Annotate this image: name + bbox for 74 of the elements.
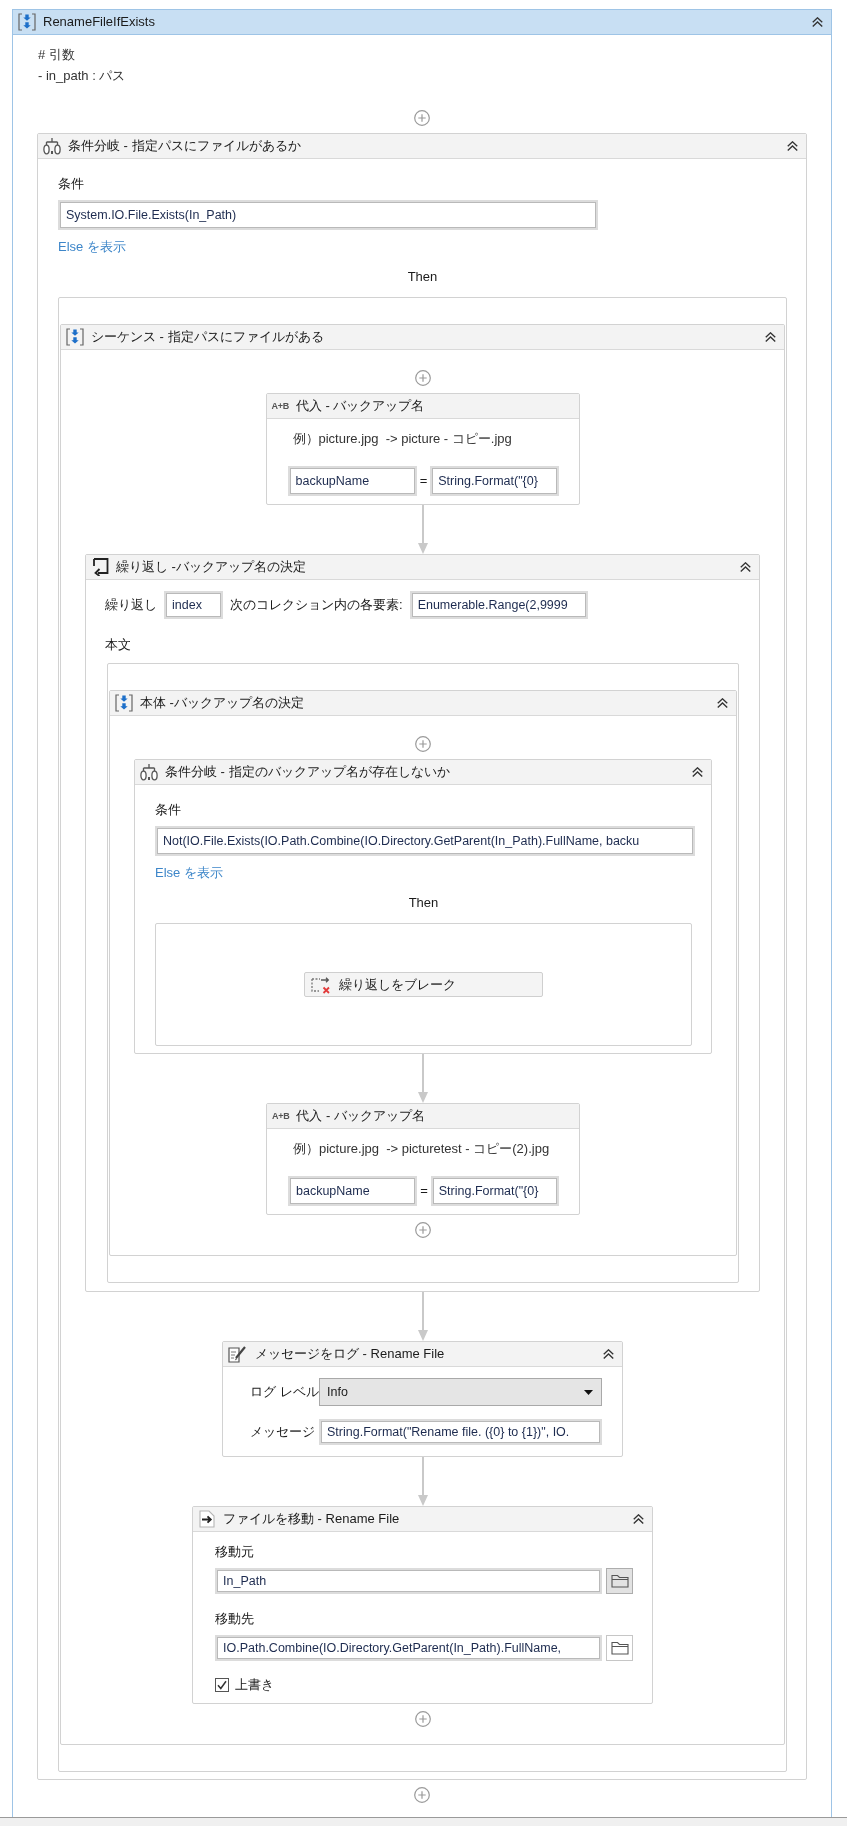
plus-circle-icon[interactable] [414, 1711, 431, 1727]
browse-button[interactable] [606, 1635, 633, 1661]
overwrite-checkbox[interactable] [215, 1678, 229, 1692]
collection-label: 次のコレクション内の各要素: [230, 596, 403, 614]
condition-label: 条件 [155, 801, 181, 819]
collapse-icon[interactable] [692, 767, 703, 777]
collapse-icon[interactable] [740, 562, 751, 572]
sequence-icon [18, 13, 36, 31]
path-field[interactable]: IO.Path.Combine(IO.Directory.GetParent(In_Path).FullName, [215, 1635, 603, 1661]
item-field[interactable]: index [164, 591, 223, 619]
folder-icon [610, 1641, 629, 1655]
activity-title: 条件分岐 - 指定パスにファイルがあるか [68, 138, 302, 154]
break-loop-icon [311, 975, 331, 994]
equals-sign: = [420, 1183, 428, 1199]
equals-sign: = [419, 473, 428, 489]
log-level-label: ログ レベル [250, 1383, 319, 1401]
body-label: 本文 [105, 636, 131, 654]
activity-title: 条件分岐 - 指定のバックアップ名が存在しないか [165, 764, 451, 780]
plus-circle-icon[interactable] [414, 370, 431, 386]
collapse-icon[interactable] [765, 332, 776, 342]
collapse-icon[interactable] [717, 698, 728, 708]
assign-icon: A+B [272, 1110, 290, 1122]
notepad-pencil-icon [228, 1345, 248, 1363]
collapse-icon[interactable] [787, 141, 798, 151]
path-field[interactable]: In_Path [215, 1568, 603, 1594]
activity-title: ファイルを移動 - Rename File [223, 1511, 401, 1527]
branch-icon [140, 763, 158, 781]
condition-field[interactable]: System.IO.File.Exists(In_Path) [58, 200, 598, 230]
activity-title: 代入 - バックアップ名 [295, 398, 426, 414]
plus-circle-icon[interactable] [414, 1787, 430, 1803]
plus-circle-icon[interactable] [415, 1222, 431, 1238]
then-label: Then [408, 894, 439, 912]
activity-title: RenameFileIfExists [43, 14, 156, 30]
annotation-line: # 引数 [38, 46, 76, 64]
then-label: Then [407, 268, 438, 286]
loop-icon [91, 558, 109, 576]
activity-title: 繰り返し -バックアップ名の決定 [116, 559, 307, 575]
collapse-icon[interactable] [603, 1349, 614, 1359]
loop-label: 繰り返し [105, 596, 157, 614]
field-label: 移動元 [215, 1543, 254, 1561]
plus-circle-icon[interactable] [414, 110, 430, 126]
assign-icon: A+B [271, 400, 289, 412]
browse-button[interactable] [606, 1568, 633, 1594]
variable-field[interactable]: backupName [288, 1176, 418, 1206]
plus-circle-icon[interactable] [415, 736, 431, 752]
sequence-icon [115, 694, 133, 712]
show-else-link[interactable]: Else を表示 [58, 238, 126, 256]
activity-title: メッセージをログ - Rename File [255, 1346, 446, 1362]
folder-icon [610, 1574, 629, 1588]
collection-field[interactable]: Enumerable.Range(2,9999 [409, 591, 588, 619]
activity-title: シーケンス - 指定パスにファイルがある [91, 329, 325, 345]
annotation-text: 例）picture.jpg -> picturetest - コピー(2).jpg [293, 1140, 551, 1158]
value-field[interactable]: String.Format("{0} [430, 1176, 559, 1206]
branch-icon [43, 137, 61, 155]
message-field[interactable]: String.Format("Rename file. ({0} to {1})", IO. [319, 1419, 602, 1445]
variable-field[interactable]: backupName [287, 466, 417, 496]
message-label: メッセージ [250, 1423, 315, 1441]
condition-label: 条件 [58, 175, 84, 193]
sequence-icon [66, 328, 84, 346]
activity-title: 本体 -バックアップ名の決定 [140, 695, 305, 711]
show-else-link[interactable]: Else を表示 [155, 864, 223, 882]
log-level-dropdown[interactable]: Info [319, 1378, 602, 1406]
annotation-line: - in_path : パス [38, 67, 126, 85]
collapse-icon[interactable] [633, 1514, 644, 1524]
activity-title: 繰り返しをブレーク [339, 976, 457, 993]
condition-field[interactable]: Not(IO.File.Exists(IO.Path.Combine(IO.Directory.GetParent(In_Path).FullName, backu [155, 826, 695, 856]
annotation-text: 例）picture.jpg -> picture - コピー.jpg [292, 430, 513, 448]
activity-title: 代入 - バックアップ名 [296, 1108, 426, 1124]
checkbox-label: 上書き [235, 1676, 274, 1694]
field-label: 移動先 [215, 1610, 254, 1628]
collapse-icon[interactable] [812, 17, 823, 27]
document-arrow-icon [198, 1510, 216, 1528]
dropdown-caret-icon [584, 1389, 593, 1395]
value-field[interactable]: String.Format("{0} [430, 466, 559, 496]
